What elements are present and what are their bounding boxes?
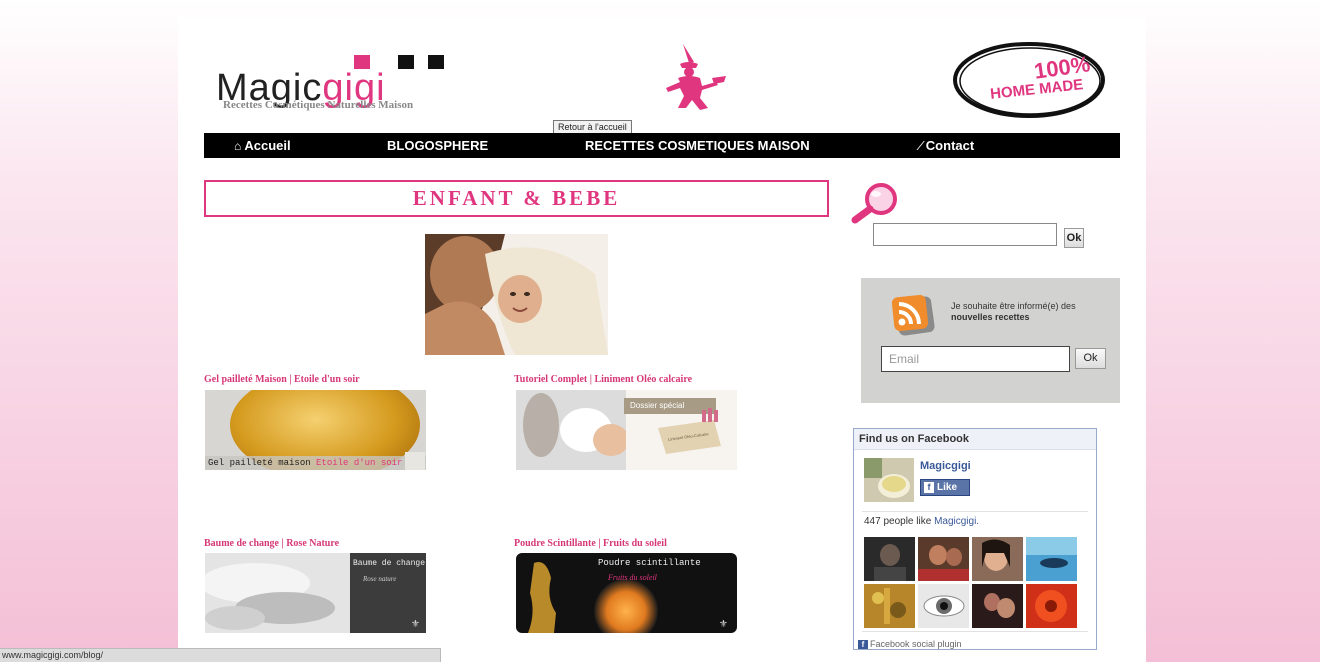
browser-status-bar: www.magicgigi.com/blog/ <box>0 648 441 662</box>
badge-home-made: HOME MADE <box>989 76 1084 103</box>
thumb-caption: Baume de change <box>353 559 426 568</box>
newsletter-text-line1: Je souhaite être informé(e) des <box>951 301 1076 311</box>
thumb-caption-accent: Etoile d'un soir <box>316 458 403 468</box>
logo-square <box>428 55 444 69</box>
nav-item-label: Contact <box>925 138 975 153</box>
facebook-like-button[interactable]: f Like <box>920 479 970 496</box>
logo-square <box>398 55 414 69</box>
fan-avatar[interactable] <box>918 584 969 628</box>
home-made-text: 100% HOME MADE <box>950 39 1108 121</box>
newsletter-text-line2: nouvelles recettes <box>951 312 1030 322</box>
nav-item-recettes[interactable]: RECETTES COSMETIQUES MAISON <box>585 133 810 158</box>
newsletter-box: Je souhaite être informé(e) des nouvelle… <box>861 278 1120 403</box>
fan-avatar[interactable] <box>1026 584 1077 628</box>
site-tagline: Recettes Cosmétiques Naturelles Maison <box>223 99 414 111</box>
category-hero-image <box>425 234 608 355</box>
thumb-caption: Dossier spécial <box>630 401 685 410</box>
fan-avatar[interactable] <box>864 584 915 628</box>
post-thumbnail[interactable]: Gel pailleté maison Etoile d'un soir <box>205 390 426 470</box>
thumb-subcaption: Fruits du soleil <box>608 573 657 582</box>
pencil-icon: ∕ <box>920 138 923 153</box>
fan-avatar[interactable] <box>972 584 1023 628</box>
fan-avatar[interactable] <box>918 537 969 581</box>
facebook-like-box: Find us on Facebook Magicgigi f Like 447… <box>853 428 1097 650</box>
post-title-link[interactable]: Poudre Scintillante | Fruits du soleil <box>514 538 667 549</box>
category-title-box: ENFANT & BEBE <box>204 180 829 217</box>
like-count-text: 447 people like <box>864 516 932 527</box>
post-thumbnail-image <box>516 390 737 470</box>
witch-logo-icon[interactable] <box>656 42 731 112</box>
fan-avatar[interactable] <box>864 537 915 581</box>
search-input[interactable] <box>873 223 1057 246</box>
facebook-icon: f <box>858 640 868 649</box>
search-button[interactable]: Ok <box>1064 228 1084 248</box>
post-title-link[interactable]: Tutoriel Complet | Liniment Oléo calcair… <box>514 374 692 385</box>
facebook-plugin-footer[interactable]: Facebook social plugin <box>870 639 962 649</box>
divider <box>862 511 1088 512</box>
subscribe-button[interactable]: Ok <box>1075 348 1106 369</box>
facebook-box-header: Find us on Facebook <box>854 429 1096 450</box>
divider <box>862 631 1088 632</box>
facebook-page-avatar[interactable] <box>864 458 914 502</box>
thumb-caption-main: Gel pailleté maison <box>208 458 311 468</box>
post-thumbnail[interactable]: ⚜ Baume de change Rose nature <box>205 553 426 633</box>
newsletter-text: Je souhaite être informé(e) des nouvelle… <box>951 301 1111 323</box>
rss-icon <box>891 294 935 336</box>
home-icon: ⌂ <box>234 139 242 153</box>
thumb-caption: Poudre scintillante <box>598 558 701 568</box>
fan-avatar[interactable] <box>1026 537 1077 581</box>
facebook-page-name[interactable]: Magicgigi <box>920 460 971 472</box>
category-title: ENFANT & BEBE <box>412 186 621 210</box>
facebook-like-count: 447 people like Magicgigi. <box>864 516 979 527</box>
like-label: Like <box>937 482 958 493</box>
nav-item-blogosphere[interactable]: BLOGOSPHERE <box>387 133 488 158</box>
thumb-caption: Gel pailleté maison Etoile d'un soir <box>208 458 402 468</box>
post-title-link[interactable]: Baume de change | Rose Nature <box>204 538 339 549</box>
svg-text:⚜: ⚜ <box>719 619 728 630</box>
nav-item-contact[interactable]: ∕ Contact <box>920 133 974 158</box>
post-thumbnail[interactable]: ⚜ Poudre scintillante Fruits du soleil <box>516 553 737 633</box>
thumb-subcaption: Rose nature <box>363 575 397 583</box>
facebook-icon: f <box>924 482 934 493</box>
post-thumbnail[interactable]: Dossier spécial Liniment Oléo-Calcaire <box>516 390 737 470</box>
search-magnifier-icon <box>851 183 897 224</box>
svg-text:⚜: ⚜ <box>411 619 420 630</box>
page-container: Magicgigi Recettes Cosmétiques Naturelle… <box>178 17 1146 662</box>
home-tooltip: Retour à l'accueil <box>553 120 632 134</box>
main-nav: ⌂ Accueil BLOGOSPHERE RECETTES COSMETIQU… <box>204 133 1120 158</box>
post-title-link[interactable]: Gel pailleté Maison | Etoile d'un soir <box>204 374 360 385</box>
email-field[interactable]: Email <box>881 346 1070 372</box>
fan-avatar[interactable] <box>972 537 1023 581</box>
nav-item-accueil[interactable]: ⌂ Accueil <box>234 133 291 158</box>
like-count-link[interactable]: Magicgigi. <box>934 516 979 527</box>
nav-item-label: Accueil <box>244 138 291 153</box>
